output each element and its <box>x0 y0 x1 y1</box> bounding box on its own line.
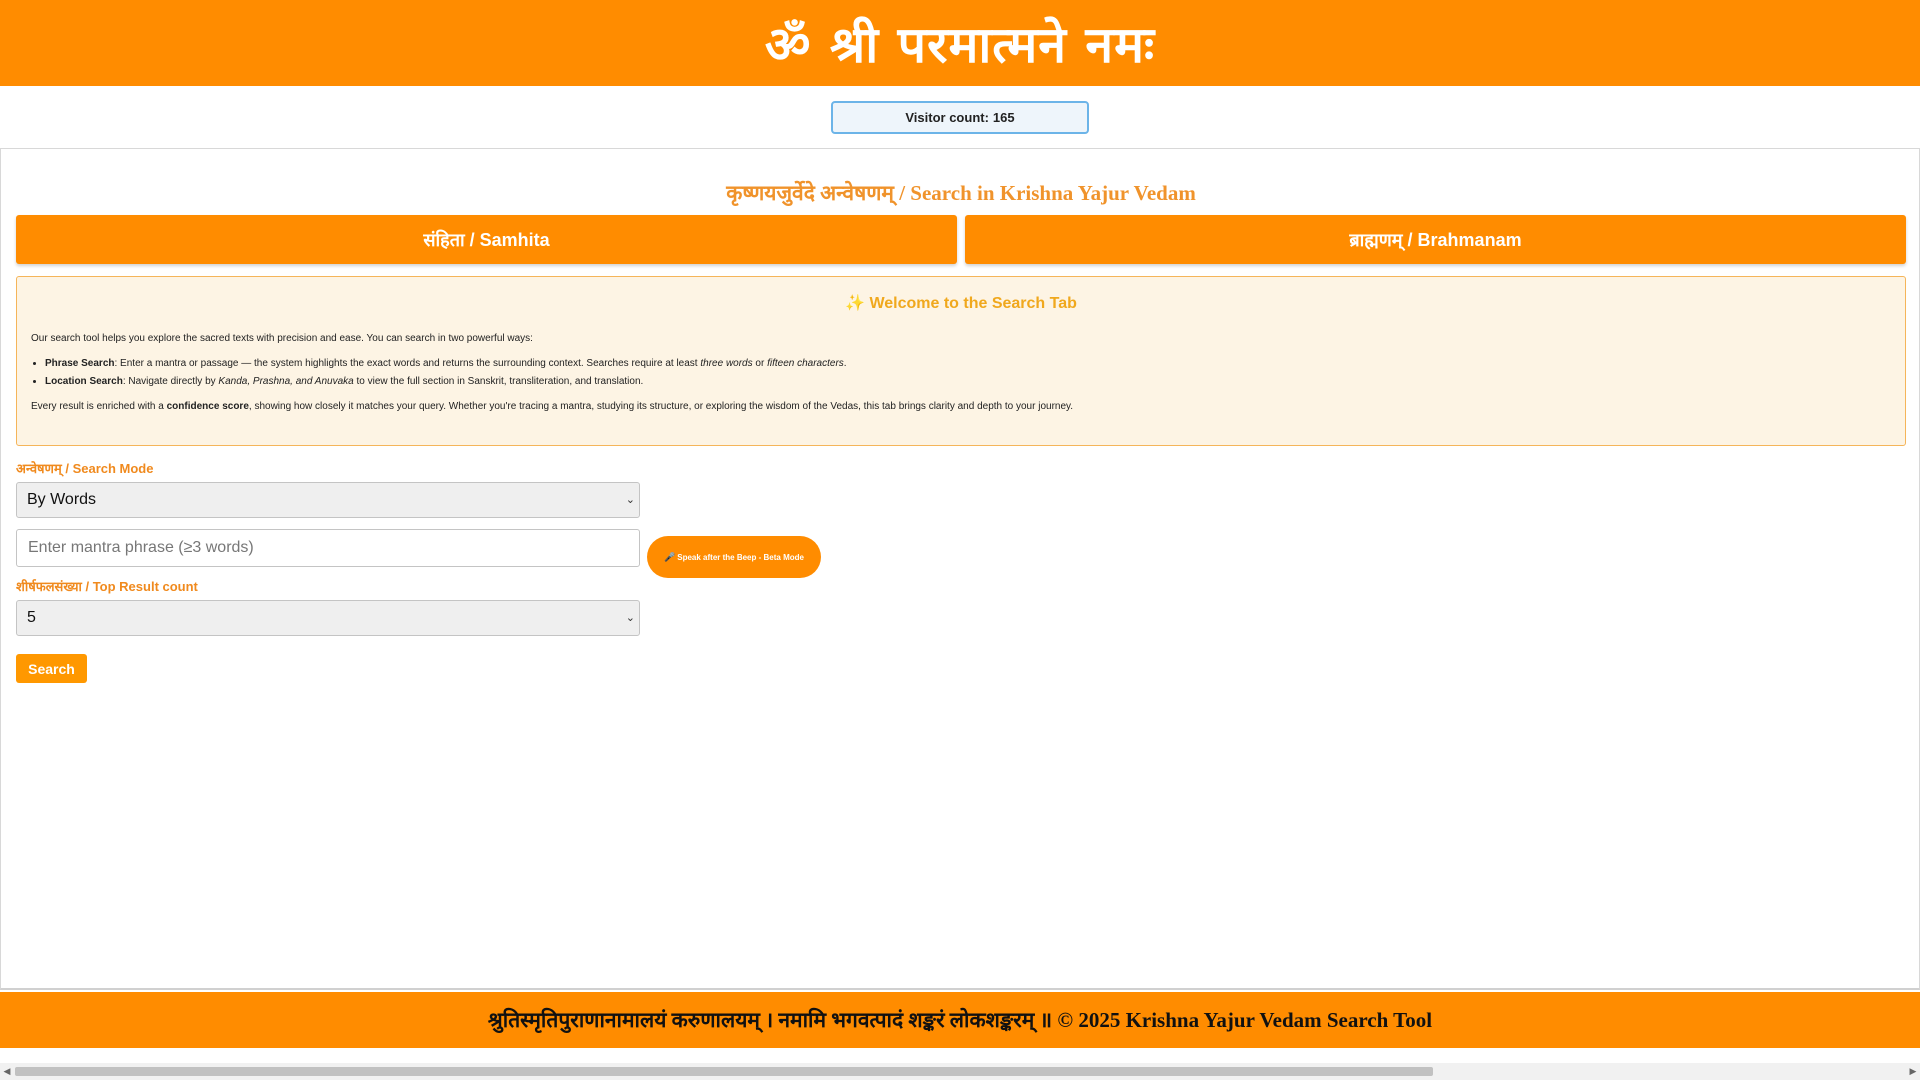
list-item-emphasis: three words <box>700 358 753 369</box>
visitor-section: Visitor count: 165 <box>0 86 1920 148</box>
horizontal-scrollbar[interactable]: ◀ ▶ <box>0 1063 1920 1080</box>
list-item-text: : Enter a mantra or passage — the system… <box>114 358 701 369</box>
welcome-title: ✨ Welcome to the Search Tab <box>845 295 1077 312</box>
list-item-text: or <box>752 358 768 369</box>
site-footer: श्रुतिस्मृतिपुराणानामालयं करुणालयम् । नम… <box>0 992 1920 1048</box>
footnote-text: Every result is enriched with a <box>31 401 167 412</box>
tab-brahmanam[interactable]: ब्राह्मणम् / Brahmanam <box>965 215 1906 264</box>
list-item-text: : Navigate directly by <box>122 376 219 387</box>
welcome-footnote: Every result is enriched with a confiden… <box>31 401 1891 412</box>
list-item-term: Phrase Search <box>45 358 115 369</box>
search-mode-value: By Words <box>27 491 97 508</box>
site-header: ॐ श्री परमात्मने नमः <box>0 0 1920 86</box>
visitor-count-value: 165 <box>992 109 1015 125</box>
footnote-text: , showing how closely it matches your qu… <box>248 401 1074 412</box>
scroll-left-icon[interactable]: ◀ <box>0 1063 14 1080</box>
scroll-right-icon[interactable]: ▶ <box>1906 1063 1920 1080</box>
footer-text: श्रुतिस्मृतिपुराणानामालयं करुणालयम् । नम… <box>487 1008 1433 1032</box>
list-item-emphasis: Kanda, Prashna, and Anuvaka <box>218 376 354 387</box>
chevron-down-icon: ⌄ <box>625 612 635 624</box>
welcome-intro: Our search tool helps you explore the sa… <box>31 333 533 344</box>
tab-samhita[interactable]: संहिता / Samhita <box>16 215 957 264</box>
list-item-emphasis: fifteen characters <box>767 358 844 369</box>
search-button[interactable]: Search <box>16 654 87 683</box>
list-item-location-search: Location Search: Navigate directly by Ka… <box>45 376 1891 387</box>
search-panel: कृष्णयजुर्वेदे अन्वेषणम् / Search in Kri… <box>0 148 1920 990</box>
list-item-phrase-search: Phrase Search: Enter a mantra or passage… <box>45 358 1891 369</box>
microphone-icon: 🎤 <box>664 551 676 562</box>
search-mode-select[interactable]: By Words ⌄ <box>16 482 640 518</box>
visitor-count-label: Visitor count: <box>905 109 989 125</box>
search-mode-label: अन्वेषणम् / Search Mode <box>16 461 154 476</box>
list-item-term: Location Search <box>45 376 123 387</box>
result-count-value: 5 <box>27 609 36 626</box>
list-item-text: . <box>843 358 847 369</box>
scrollbar-thumb[interactable] <box>15 1067 1433 1076</box>
search-heading: कृष्णयजुर्वेदे अन्वेषणम् / Search in Kri… <box>726 181 1196 205</box>
footnote-strong: confidence score <box>166 401 249 412</box>
welcome-list: Phrase Search: Enter a mantra or passage… <box>31 358 1891 387</box>
header-title: ॐ श्री परमात्मने नमः <box>764 16 1156 74</box>
result-count-select[interactable]: 5 ⌄ <box>16 600 640 636</box>
result-count-label: शीर्षफलसंख्या / Top Result count <box>16 579 198 594</box>
chevron-down-icon: ⌄ <box>625 494 635 506</box>
visitor-count-badge: Visitor count: 165 <box>831 100 1089 134</box>
speak-button[interactable]: 🎤 Speak after the Beep - Beta Mode <box>647 536 821 578</box>
welcome-box: ✨ Welcome to the Search Tab Our search t… <box>16 276 1906 446</box>
tab-row: संहिता / Samhita ब्राह्मणम् / Brahmanam <box>16 215 1906 264</box>
mantra-phrase-input[interactable] <box>16 529 640 567</box>
speak-button-label: Speak after the Beep - Beta Mode <box>677 552 804 562</box>
list-item-text: to view the full section in Sanskrit, tr… <box>353 376 644 387</box>
